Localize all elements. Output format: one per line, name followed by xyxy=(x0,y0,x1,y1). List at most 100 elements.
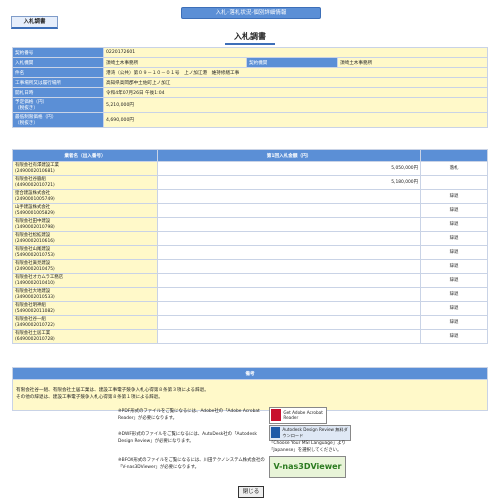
bidder-code: (3490002010722) xyxy=(15,322,55,328)
bidder-company: 山手建設株式会社 xyxy=(15,205,51,210)
bid-amount xyxy=(157,273,421,288)
bid-result: 辞退 xyxy=(420,315,488,330)
table-row: 有限会社土居工業 (6490002010728) 辞退 xyxy=(12,329,488,344)
bidder-name: 有限会社眞見建設 (2490002010475) xyxy=(12,259,158,274)
bidder-column-header: 業者名（出入番号） xyxy=(12,149,158,162)
bidder-company: 有限会社松拡建設 xyxy=(15,233,51,238)
table-row: 窪合建設株式会社 (2490001005749) 辞退 xyxy=(12,189,488,204)
notes-header: 備考 xyxy=(12,367,488,380)
table-row: 有限会社明神組 (5490002011082) 辞退 xyxy=(12,301,488,316)
contract-no-label: 契約番号 xyxy=(12,47,104,58)
bid-result: 辞退 xyxy=(420,259,488,274)
bidder-code: (5490002010753) xyxy=(15,252,55,258)
open-date: 令和4年07月26日 午後1:04 xyxy=(103,87,488,98)
bidder-company: 有限会社オカムラ工務店 xyxy=(15,275,64,280)
table-row: 有限会社谷脇組 (4490002010721) 5,180,000円 xyxy=(12,175,488,190)
bidder-code: (1490002010410) xyxy=(15,280,55,286)
notes-table: 備考 有限会社谷一組、有限会社土居工業は、建設工事電子競争入札心得第８条第３項に… xyxy=(12,367,488,411)
bidder-company: 有限会社有澤建設工業 xyxy=(15,163,59,168)
bidder-company: 窪合建設株式会社 xyxy=(15,191,51,196)
bid-amount xyxy=(157,231,421,246)
bid-amount xyxy=(157,287,421,302)
planned-price-label: 予定価格（円） （税抜き） xyxy=(12,97,104,113)
page-title: 入札調書 xyxy=(225,31,275,45)
bidder-name: 窪合建設株式会社 (2490001005749) xyxy=(12,189,158,204)
bid-result xyxy=(420,175,488,190)
bid-amount: 5,180,000円 xyxy=(157,175,421,190)
bidder-name: 有限会社谷脇組 (4490002010721) xyxy=(12,175,158,190)
bidder-company: 有限会社田中建設 xyxy=(15,219,51,224)
table-row: 有限会社大地建設 (3490002010533) 辞退 xyxy=(12,287,488,302)
bidder-name: 有限会社オカムラ工務店 (1490002010410) xyxy=(12,273,158,288)
bid-amount xyxy=(157,217,421,232)
table-row: 有限会社山尾建設 (5490002010753) 辞退 xyxy=(12,245,488,260)
table-row: 有限会社谷一組 (3490002010722) 辞退 xyxy=(12,315,488,330)
table-row: 有限会社オカムラ工務店 (1490002010410) 辞退 xyxy=(12,273,488,288)
bidder-name: 有限会社土居工業 (6490002010728) xyxy=(12,329,158,344)
bidder-company: 有限会社谷一組 xyxy=(15,317,46,322)
contract-agency-label: 契約機関 xyxy=(246,57,338,68)
bid-agency-label: 入札機関 xyxy=(12,57,104,68)
dwf-language-note: 「Choose Your MSI Language」より「Japanese」を選… xyxy=(269,441,346,453)
adobe-icon xyxy=(271,409,281,421)
bid-result: 辞退 xyxy=(420,301,488,316)
bid-amount xyxy=(157,189,421,204)
bid-result: 辞退 xyxy=(420,245,488,260)
bid-amount xyxy=(157,245,421,260)
bidder-code: (6490002010728) xyxy=(15,336,55,342)
bid-amount: 5,050,000円 xyxy=(157,161,421,176)
table-row: 有限会社田中建設 (1490002010798) 辞退 xyxy=(12,217,488,232)
page-banner: 入札･落札状況-個別詳細情報 xyxy=(181,7,321,19)
bid-amount xyxy=(157,315,421,330)
bidder-company: 有限会社山尾建設 xyxy=(15,247,51,252)
project-name: 港湾（公共）第０９－１０－０１号 上ノ加江港 維持修繕工事 xyxy=(103,67,488,78)
bidder-code: (1490002010798) xyxy=(15,224,55,230)
close-button[interactable]: 閉じる xyxy=(238,486,264,498)
bidder-company: 有限会社谷脇組 xyxy=(15,177,46,182)
autodesk-badge[interactable]: Autodesk Design Review 無料ダウンロード xyxy=(269,425,351,441)
bid-amount xyxy=(157,259,421,274)
bidder-code: (3490002010533) xyxy=(15,294,55,300)
bidder-name: 山手建設株式会社 (5490001005829) xyxy=(12,203,158,218)
bid-agency: 須崎土木事務所 xyxy=(103,57,247,68)
bid-result: 辞退 xyxy=(420,329,488,344)
bid-results-table: 業者名（出入番号） 第1回入札金額（円） 有限会社有澤建設工業 (24900020… xyxy=(12,149,488,344)
min-price: 4,690,000円 xyxy=(103,112,488,128)
open-date-label: 開札日時 xyxy=(12,87,104,98)
bidder-code: (2490002010616) xyxy=(15,238,55,244)
bidder-name: 有限会社山尾建設 (5490002010753) xyxy=(12,245,158,260)
bid-amount xyxy=(157,203,421,218)
vnas-viewer-badge[interactable]: V-nas3DViewer xyxy=(269,456,346,478)
amount-column-header: 第1回入札金額（円） xyxy=(157,149,421,162)
bidder-name: 有限会社谷一組 (3490002010722) xyxy=(12,315,158,330)
sfc-plugin-text: ※BFOX形式のファイルをご覧になるには、川田テクノシステム株式会社の「V-na… xyxy=(118,458,265,470)
bid-result: 辞退 xyxy=(420,231,488,246)
contract-info-table: 契約番号 0220172601 入札機関 須崎土木事務所 契約機関 須崎土木事務… xyxy=(12,47,488,128)
autodesk-icon xyxy=(271,427,280,438)
bidder-name: 有限会社有澤建設工業 (2490002010681) xyxy=(12,161,158,176)
table-row: 有限会社松拡建設 (2490002010616) 辞退 xyxy=(12,231,488,246)
bidder-name: 有限会社大地建設 (3490002010533) xyxy=(12,287,158,302)
bidder-name: 有限会社松拡建設 (2490002010616) xyxy=(12,231,158,246)
bid-amount xyxy=(157,301,421,316)
dwf-plugin-text: ※DWF形式のファイルをご覧になるには、AutoDesk社の「Autodesk … xyxy=(118,432,257,444)
location-label: 工事場所又は履行場所 xyxy=(12,77,104,88)
bidder-company: 有限会社土居工業 xyxy=(15,331,51,336)
table-row: 有限会社眞見建設 (2490002010475) 辞退 xyxy=(12,259,488,274)
bid-result: 辞退 xyxy=(420,189,488,204)
autodesk-badge-label: Autodesk Design Review 無料ダウンロード xyxy=(282,427,348,438)
project-label: 件名 xyxy=(12,67,104,78)
adobe-reader-badge[interactable]: Get Adobe Acrobat Reader xyxy=(269,407,327,424)
bid-result: 辞退 xyxy=(420,203,488,218)
tab-bid-record[interactable]: 入札調書 xyxy=(11,16,58,29)
notes-text: 有限会社谷一組、有限会社土居工業は、建設工事電子競争入札心得第８条第３項による辞… xyxy=(12,379,488,411)
contract-no: 0220172601 xyxy=(103,47,488,58)
location: 高知県高岡郡中土佐町上ノ加江 xyxy=(103,77,488,88)
bidder-name: 有限会社明神組 (5490002011082) xyxy=(12,301,158,316)
planned-price: 5,210,000円 xyxy=(103,97,488,113)
table-row: 有限会社有澤建設工業 (2490002010681) 5,050,000円 落札 xyxy=(12,161,488,176)
bidder-company: 有限会社大地建設 xyxy=(15,289,51,294)
bidder-code: (5490001005829) xyxy=(15,210,55,216)
bidder-code: (5490002011082) xyxy=(15,308,55,314)
min-price-label: 最低制限価格（円） （税抜き） xyxy=(12,112,104,128)
